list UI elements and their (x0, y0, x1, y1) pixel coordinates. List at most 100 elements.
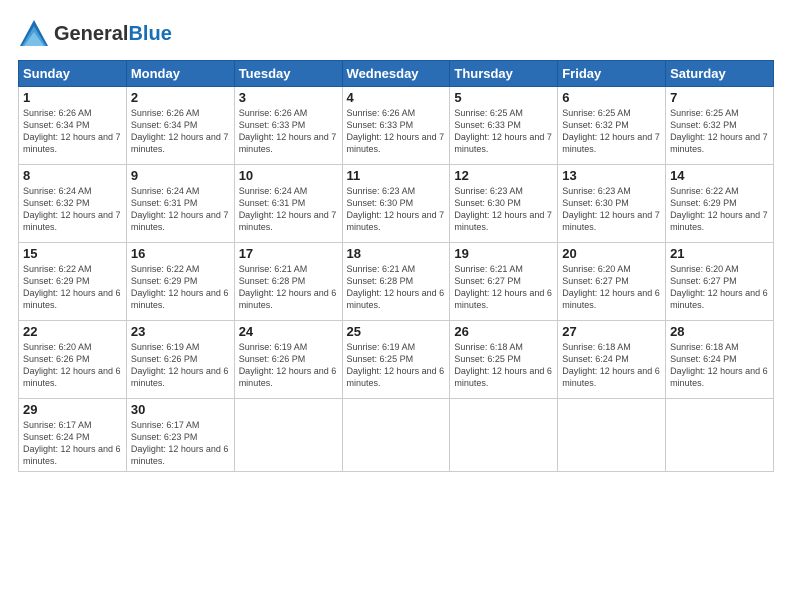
day-info: Sunrise: 6:25 AMSunset: 6:32 PMDaylight:… (562, 107, 661, 156)
day-number: 7 (670, 90, 769, 105)
week-row-3: 15 Sunrise: 6:22 AMSunset: 6:29 PMDayligh… (19, 243, 774, 321)
calendar-cell: 20 Sunrise: 6:20 AMSunset: 6:27 PMDayligh… (558, 243, 666, 321)
calendar-cell: 7 Sunrise: 6:25 AMSunset: 6:32 PMDaylight… (666, 87, 774, 165)
day-number: 6 (562, 90, 661, 105)
day-info: Sunrise: 6:18 AMSunset: 6:24 PMDaylight:… (670, 341, 769, 390)
day-number: 20 (562, 246, 661, 261)
calendar-cell (342, 399, 450, 472)
calendar-cell: 15Sunrise: 6:22 AMSunset: 6:29 PMDayligh… (19, 243, 127, 321)
calendar-cell: 12 Sunrise: 6:23 AMSunset: 6:30 PMDayligh… (450, 165, 558, 243)
weekday-header-monday: Monday (126, 61, 234, 87)
day-info: Sunrise: 6:20 AMSunset: 6:27 PMDaylight:… (562, 263, 661, 312)
calendar-cell: 23 Sunrise: 6:19 AMSunset: 6:26 PMDayligh… (126, 321, 234, 399)
day-number: 11 (347, 168, 446, 183)
day-number: 2 (131, 90, 230, 105)
calendar-cell: 10Sunrise: 6:24 AMSunset: 6:31 PMDayligh… (234, 165, 342, 243)
day-number: 5 (454, 90, 553, 105)
day-info: Sunrise: 6:19 AMSunset: 6:26 PMDaylight:… (131, 341, 230, 390)
calendar-cell: 22 Sunrise: 6:20 AMSunset: 6:26 PMDayligh… (19, 321, 127, 399)
calendar-cell (666, 399, 774, 472)
day-number: 12 (454, 168, 553, 183)
week-row-2: 8Sunrise: 6:24 AMSunset: 6:32 PMDaylight… (19, 165, 774, 243)
day-number: 30 (131, 402, 230, 417)
weekday-header-tuesday: Tuesday (234, 61, 342, 87)
day-info: Sunrise: 6:19 AMSunset: 6:26 PMDaylight:… (239, 341, 338, 390)
day-info: Sunrise: 6:25 AMSunset: 6:33 PMDaylight:… (454, 107, 553, 156)
day-number: 4 (347, 90, 446, 105)
calendar-cell: 9Sunrise: 6:24 AMSunset: 6:31 PMDaylight… (126, 165, 234, 243)
calendar-cell (558, 399, 666, 472)
day-info: Sunrise: 6:23 AMSunset: 6:30 PMDaylight:… (347, 185, 446, 234)
weekday-header-sunday: Sunday (19, 61, 127, 87)
calendar-cell: 18 Sunrise: 6:21 AMSunset: 6:28 PMDayligh… (342, 243, 450, 321)
calendar-cell: 2 Sunrise: 6:26 AMSunset: 6:34 PMDaylight… (126, 87, 234, 165)
day-info: Sunrise: 6:20 AMSunset: 6:26 PMDaylight:… (23, 341, 122, 390)
day-number: 14 (670, 168, 769, 183)
day-info: Sunrise: 6:19 AMSunset: 6:25 PMDaylight:… (347, 341, 446, 390)
calendar-cell: 24Sunrise: 6:19 AMSunset: 6:26 PMDayligh… (234, 321, 342, 399)
logo-text: GeneralBlue (54, 23, 172, 46)
calendar-cell (450, 399, 558, 472)
calendar-cell: 5 Sunrise: 6:25 AMSunset: 6:33 PMDaylight… (450, 87, 558, 165)
calendar-cell: 1Sunrise: 6:26 AMSunset: 6:34 PMDaylight… (19, 87, 127, 165)
calendar-cell: 28 Sunrise: 6:18 AMSunset: 6:24 PMDayligh… (666, 321, 774, 399)
day-number: 25 (347, 324, 446, 339)
day-info: Sunrise: 6:21 AMSunset: 6:27 PMDaylight:… (454, 263, 553, 312)
calendar-table: SundayMondayTuesdayWednesdayThursdayFrid… (18, 60, 774, 472)
calendar-cell: 29Sunrise: 6:17 AMSunset: 6:24 PMDayligh… (19, 399, 127, 472)
day-number: 19 (454, 246, 553, 261)
day-number: 8 (23, 168, 122, 183)
day-info: Sunrise: 6:17 AMSunset: 6:23 PMDaylight:… (131, 419, 230, 468)
day-number: 21 (670, 246, 769, 261)
calendar-cell: 19 Sunrise: 6:21 AMSunset: 6:27 PMDayligh… (450, 243, 558, 321)
calendar-cell: 27 Sunrise: 6:18 AMSunset: 6:24 PMDayligh… (558, 321, 666, 399)
day-info: Sunrise: 6:17 AMSunset: 6:24 PMDaylight:… (23, 419, 122, 468)
day-number: 28 (670, 324, 769, 339)
day-info: Sunrise: 6:20 AMSunset: 6:27 PMDaylight:… (670, 263, 769, 312)
day-number: 27 (562, 324, 661, 339)
calendar-cell: 13 Sunrise: 6:23 AMSunset: 6:30 PMDayligh… (558, 165, 666, 243)
day-info: Sunrise: 6:25 AMSunset: 6:32 PMDaylight:… (670, 107, 769, 156)
day-number: 26 (454, 324, 553, 339)
day-info: Sunrise: 6:23 AMSunset: 6:30 PMDaylight:… (454, 185, 553, 234)
day-number: 16 (131, 246, 230, 261)
day-number: 17 (239, 246, 338, 261)
day-info: Sunrise: 6:18 AMSunset: 6:25 PMDaylight:… (454, 341, 553, 390)
calendar-cell: 16 Sunrise: 6:22 AMSunset: 6:29 PMDayligh… (126, 243, 234, 321)
calendar-cell: 8Sunrise: 6:24 AMSunset: 6:32 PMDaylight… (19, 165, 127, 243)
calendar-cell: 14 Sunrise: 6:22 AMSunset: 6:29 PMDayligh… (666, 165, 774, 243)
day-number: 10 (239, 168, 338, 183)
day-info: Sunrise: 6:26 AMSunset: 6:33 PMDaylight:… (347, 107, 446, 156)
day-number: 15 (23, 246, 122, 261)
day-info: Sunrise: 6:18 AMSunset: 6:24 PMDaylight:… (562, 341, 661, 390)
calendar-page: GeneralBlue SundayMondayTuesdayWednesday… (0, 0, 792, 612)
weekday-header-saturday: Saturday (666, 61, 774, 87)
calendar-cell: 6 Sunrise: 6:25 AMSunset: 6:32 PMDaylight… (558, 87, 666, 165)
day-info: Sunrise: 6:26 AMSunset: 6:33 PMDaylight:… (239, 107, 338, 156)
day-number: 3 (239, 90, 338, 105)
day-info: Sunrise: 6:26 AMSunset: 6:34 PMDaylight:… (131, 107, 230, 156)
calendar-cell: 30 Sunrise: 6:17 AMSunset: 6:23 PMDayligh… (126, 399, 234, 472)
day-info: Sunrise: 6:21 AMSunset: 6:28 PMDaylight:… (347, 263, 446, 312)
day-info: Sunrise: 6:23 AMSunset: 6:30 PMDaylight:… (562, 185, 661, 234)
day-number: 22 (23, 324, 122, 339)
weekday-header-row: SundayMondayTuesdayWednesdayThursdayFrid… (19, 61, 774, 87)
day-number: 18 (347, 246, 446, 261)
week-row-1: 1 Sunrise: 6:26 AMSunset: 6:34 PMDaylight… (19, 87, 774, 165)
day-info: Sunrise: 6:21 AMSunset: 6:28 PMDaylight:… (239, 263, 338, 312)
weekday-header-wednesday: Wednesday (342, 61, 450, 87)
logo-icon (18, 18, 50, 50)
calendar-cell: 26 Sunrise: 6:18 AMSunset: 6:25 PMDayligh… (450, 321, 558, 399)
calendar-cell: 25 Sunrise: 6:19 AMSunset: 6:25 PMDayligh… (342, 321, 450, 399)
day-number: 9 (131, 168, 230, 183)
calendar-cell (234, 399, 342, 472)
day-number: 13 (562, 168, 661, 183)
weekday-header-thursday: Thursday (450, 61, 558, 87)
day-info: Sunrise: 6:22 AMSunset: 6:29 PMDaylight:… (131, 263, 230, 312)
calendar-cell: 11 Sunrise: 6:23 AMSunset: 6:30 PMDayligh… (342, 165, 450, 243)
calendar-cell: 17 Sunrise: 6:21 AMSunset: 6:28 PMDayligh… (234, 243, 342, 321)
day-number: 23 (131, 324, 230, 339)
day-info: Sunrise: 6:22 AMSunset: 6:29 PMDaylight:… (670, 185, 769, 234)
logo: GeneralBlue (18, 18, 172, 50)
day-number: 1 (23, 90, 122, 105)
